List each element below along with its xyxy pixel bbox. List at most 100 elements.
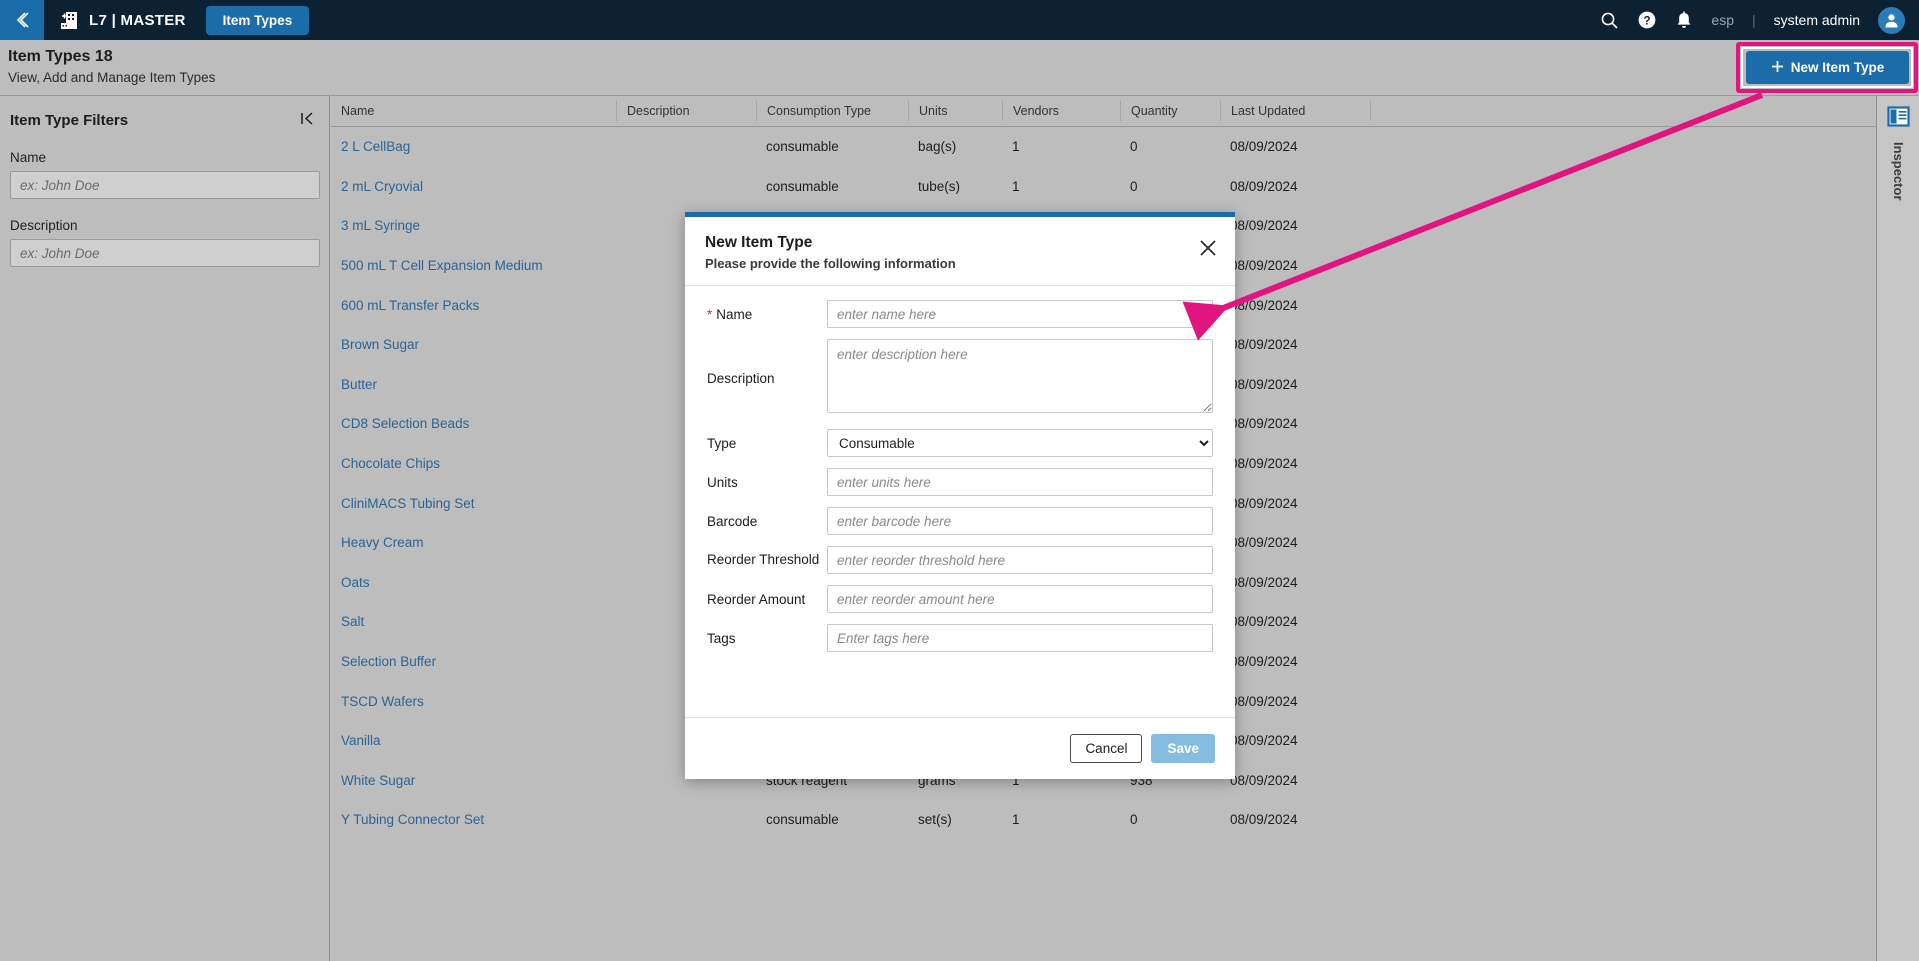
- reorder-threshold-input[interactable]: [827, 546, 1213, 574]
- type-select[interactable]: ConsumableStock ReagentEquipment: [827, 429, 1213, 457]
- building-plus-icon: [58, 9, 80, 31]
- filter-group-name: Name: [0, 150, 329, 199]
- field-row-barcode: Barcode: [707, 507, 1213, 535]
- filter-description-input[interactable]: [10, 239, 320, 267]
- cell-consumption_type: consumable: [766, 178, 839, 194]
- table-row[interactable]: Y Tubing Connector Set consumable set(s) 1 0…: [331, 800, 1876, 840]
- cell-last_updated: 08/09/2024: [1230, 772, 1298, 788]
- cell-last_updated: 08/09/2024: [1230, 812, 1298, 828]
- cell-vendors: 1: [1012, 178, 1020, 194]
- modal-header: New Item Type Please provide the followi…: [685, 217, 1235, 286]
- cell-name[interactable]: CliniMACS Tubing Set: [331, 496, 616, 511]
- cell-name[interactable]: 2 L CellBag: [331, 139, 616, 154]
- cell-name[interactable]: 500 mL T Cell Expansion Medium: [331, 258, 616, 273]
- description-textarea[interactable]: [827, 339, 1213, 413]
- cell-name[interactable]: Brown Sugar: [331, 337, 616, 352]
- inspector-rail: Inspector: [1876, 95, 1919, 961]
- column-header-units[interactable]: Units: [908, 101, 1002, 121]
- top-navigation-bar: L7 | MASTER Item Types ? esp | system ad…: [0, 0, 1919, 40]
- filter-name-input[interactable]: [10, 171, 320, 199]
- column-header-last-updated[interactable]: Last Updated: [1220, 101, 1370, 121]
- field-control-units: [827, 468, 1213, 496]
- cell-quantity: 0: [1130, 178, 1138, 194]
- cell-name[interactable]: 3 mL Syringe: [331, 218, 616, 233]
- cell-name[interactable]: Vanilla: [331, 733, 616, 748]
- search-icon[interactable]: [1600, 11, 1619, 30]
- cell-last_updated: 08/09/2024: [1230, 258, 1298, 274]
- cell-consumption_type: consumable: [766, 139, 839, 155]
- help-circle-icon[interactable]: ?: [1637, 10, 1657, 30]
- cell-units: set(s): [918, 812, 952, 828]
- avatar[interactable]: [1878, 6, 1905, 34]
- close-icon[interactable]: [1197, 237, 1219, 259]
- field-row-name: * Name: [707, 300, 1213, 328]
- cell-name[interactable]: Selection Buffer: [331, 654, 616, 669]
- field-control-type: ConsumableStock ReagentEquipment: [827, 429, 1213, 457]
- cell-name[interactable]: White Sugar: [331, 773, 616, 788]
- field-row-description: Description: [707, 339, 1213, 418]
- cell-last_updated: 08/09/2024: [1230, 416, 1298, 432]
- column-header-vendors[interactable]: Vendors: [1002, 101, 1120, 121]
- save-button[interactable]: Save: [1151, 734, 1215, 763]
- column-header-quantity[interactable]: Quantity: [1120, 101, 1220, 121]
- field-label-tags: Tags: [707, 630, 736, 646]
- cell-last_updated: 08/09/2024: [1230, 218, 1298, 234]
- field-row-reorder-threshold: Reorder Threshold: [707, 546, 1213, 574]
- cell-name[interactable]: Y Tubing Connector Set: [331, 812, 616, 827]
- filter-description-label: Description: [10, 218, 78, 233]
- field-label-type: Type: [707, 435, 737, 451]
- field-label-name-text: Name: [716, 306, 753, 322]
- cell-name[interactable]: 2 mL Cryovial: [331, 179, 616, 194]
- table-row[interactable]: 2 L CellBag consumable bag(s) 1 0 08/09/2024: [331, 127, 1876, 167]
- cell-name[interactable]: Salt: [331, 614, 616, 629]
- new-item-type-button-label: New Item Type: [1790, 60, 1885, 75]
- cell-quantity: 0: [1130, 812, 1138, 828]
- new-item-type-button[interactable]: New Item Type: [1746, 51, 1909, 84]
- tab-item-types[interactable]: Item Types: [205, 5, 310, 35]
- cell-name[interactable]: Chocolate Chips: [331, 456, 616, 471]
- inspector-panel-icon[interactable]: [1886, 104, 1910, 128]
- name-input[interactable]: [827, 300, 1213, 328]
- table-header-row: Name Description Consumption Type Units …: [331, 96, 1876, 127]
- bell-icon[interactable]: [1675, 10, 1693, 30]
- inspector-label[interactable]: Inspector: [1891, 142, 1906, 201]
- plus-icon: [1771, 60, 1784, 76]
- column-header-name[interactable]: Name: [331, 101, 616, 121]
- chevron-left-icon: [12, 10, 32, 30]
- table-row[interactable]: 2 mL Cryovial consumable tube(s) 1 0 08/09/20…: [331, 167, 1876, 207]
- collapse-panel-icon[interactable]: [299, 110, 316, 131]
- language-selector[interactable]: esp: [1711, 12, 1734, 28]
- cancel-button[interactable]: Cancel: [1070, 734, 1143, 763]
- units-input[interactable]: [827, 468, 1213, 496]
- cell-units: bag(s): [918, 139, 957, 155]
- field-label-reorder-amount: Reorder Amount: [707, 591, 806, 607]
- cell-name[interactable]: Oats: [331, 575, 616, 590]
- tags-input[interactable]: [827, 624, 1213, 652]
- nav-separator: |: [1752, 12, 1756, 28]
- filter-group-description: Description: [0, 218, 329, 267]
- field-row-tags: Tags: [707, 624, 1213, 652]
- field-control-reorder-amount: [827, 585, 1213, 613]
- back-button[interactable]: [0, 0, 44, 40]
- cell-last_updated: 08/09/2024: [1230, 574, 1298, 590]
- cell-name[interactable]: CD8 Selection Beads: [331, 416, 616, 431]
- field-label-description: Description: [707, 371, 775, 386]
- field-control-barcode: [827, 507, 1213, 535]
- cell-last_updated: 08/09/2024: [1230, 535, 1298, 551]
- cell-name[interactable]: Heavy Cream: [331, 535, 616, 550]
- reorder-amount-input[interactable]: [827, 585, 1213, 613]
- cell-name[interactable]: Butter: [331, 377, 616, 392]
- field-row-reorder-amount: Reorder Amount: [707, 585, 1213, 613]
- field-label-barcode: Barcode: [707, 513, 758, 529]
- user-name[interactable]: system admin: [1774, 12, 1860, 28]
- column-header-consumption-type[interactable]: Consumption Type: [756, 101, 908, 121]
- cell-name[interactable]: 600 mL Transfer Packs: [331, 298, 616, 313]
- column-header-description[interactable]: Description: [616, 101, 756, 121]
- cell-name[interactable]: TSCD Wafers: [331, 694, 616, 709]
- cell-last_updated: 08/09/2024: [1230, 733, 1298, 749]
- field-label-reorder-threshold: Reorder Threshold: [707, 552, 820, 568]
- field-control-description: [827, 339, 1213, 418]
- filter-name-label: Name: [10, 150, 47, 165]
- barcode-input[interactable]: [827, 507, 1213, 535]
- cell-last_updated: 08/09/2024: [1230, 495, 1298, 511]
